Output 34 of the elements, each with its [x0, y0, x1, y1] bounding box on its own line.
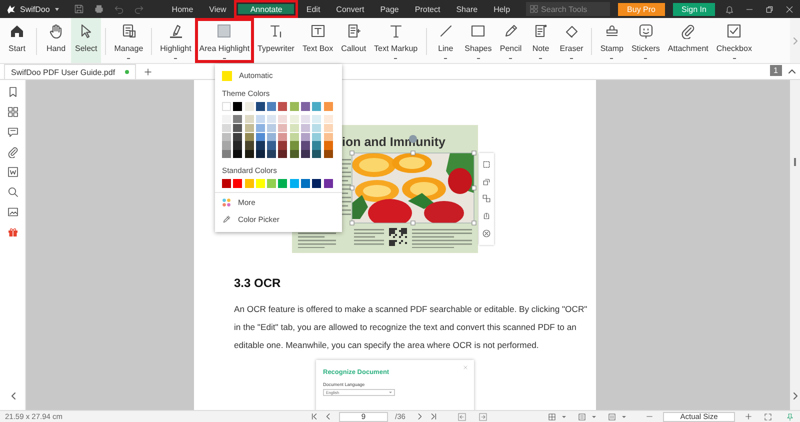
tool-button[interactable]: Attachment — [664, 18, 712, 63]
tool-button[interactable]: Stamp — [596, 18, 628, 63]
menu-tab[interactable]: Home — [164, 0, 202, 18]
document-tab[interactable]: SwifDoo PDF User Guide.pdf — [4, 64, 136, 79]
menu-tab[interactable]: Share — [448, 0, 486, 18]
tool-button[interactable]: Manage — [110, 18, 148, 63]
menu-tab[interactable]: Page — [372, 0, 407, 18]
menu-tab[interactable]: Annotate — [234, 0, 298, 18]
tool-button[interactable]: Callout — [337, 18, 370, 63]
menu-tab[interactable]: Edit — [298, 0, 328, 18]
app-name: SwifDoo — [20, 4, 50, 14]
tool-button[interactable]: Typewriter — [254, 18, 298, 63]
section-heading: 3.3 OCR — [234, 276, 282, 290]
menu-tab[interactable]: Help — [486, 0, 518, 18]
menu-tab[interactable]: Protect — [406, 0, 448, 18]
tool-button[interactable]: Shapes — [460, 18, 496, 63]
tool-button[interactable]: Eraser — [556, 18, 588, 63]
menu-tab[interactable]: Convert — [328, 0, 372, 18]
page-badge: 1 — [770, 65, 782, 76]
tool-button[interactable]: Start — [2, 18, 32, 63]
search-field[interactable]: Search Tools — [526, 2, 610, 16]
tool-button[interactable]: Hand — [41, 18, 71, 63]
tool-button[interactable]: Area Highlight — [195, 18, 254, 63]
tool-button[interactable]: Checkbox — [712, 18, 756, 63]
tool-button[interactable]: Text Markup — [370, 18, 422, 63]
tool-button[interactable]: Text Box — [298, 18, 338, 63]
tool-button[interactable]: Pencil — [496, 18, 526, 63]
menu-tab[interactable]: View — [201, 0, 234, 18]
tool-button[interactable]: Line — [430, 18, 461, 63]
body-paragraph: An OCR feature is offered to make a scanned PDF searchable or editable. By clicking "OCR" in the "Edit" tab, you are allowed to recognize the text and convert this scanned PDF to an editable one. Meanwhile, you can specify the area where OCR is not performed. — [234, 303, 588, 352]
tool-button[interactable]: Highlight — [156, 18, 196, 63]
tool-button[interactable]: Select — [71, 18, 102, 63]
tool-button[interactable]: Stickers — [627, 18, 664, 63]
tool-button[interactable]: Note — [526, 18, 556, 63]
